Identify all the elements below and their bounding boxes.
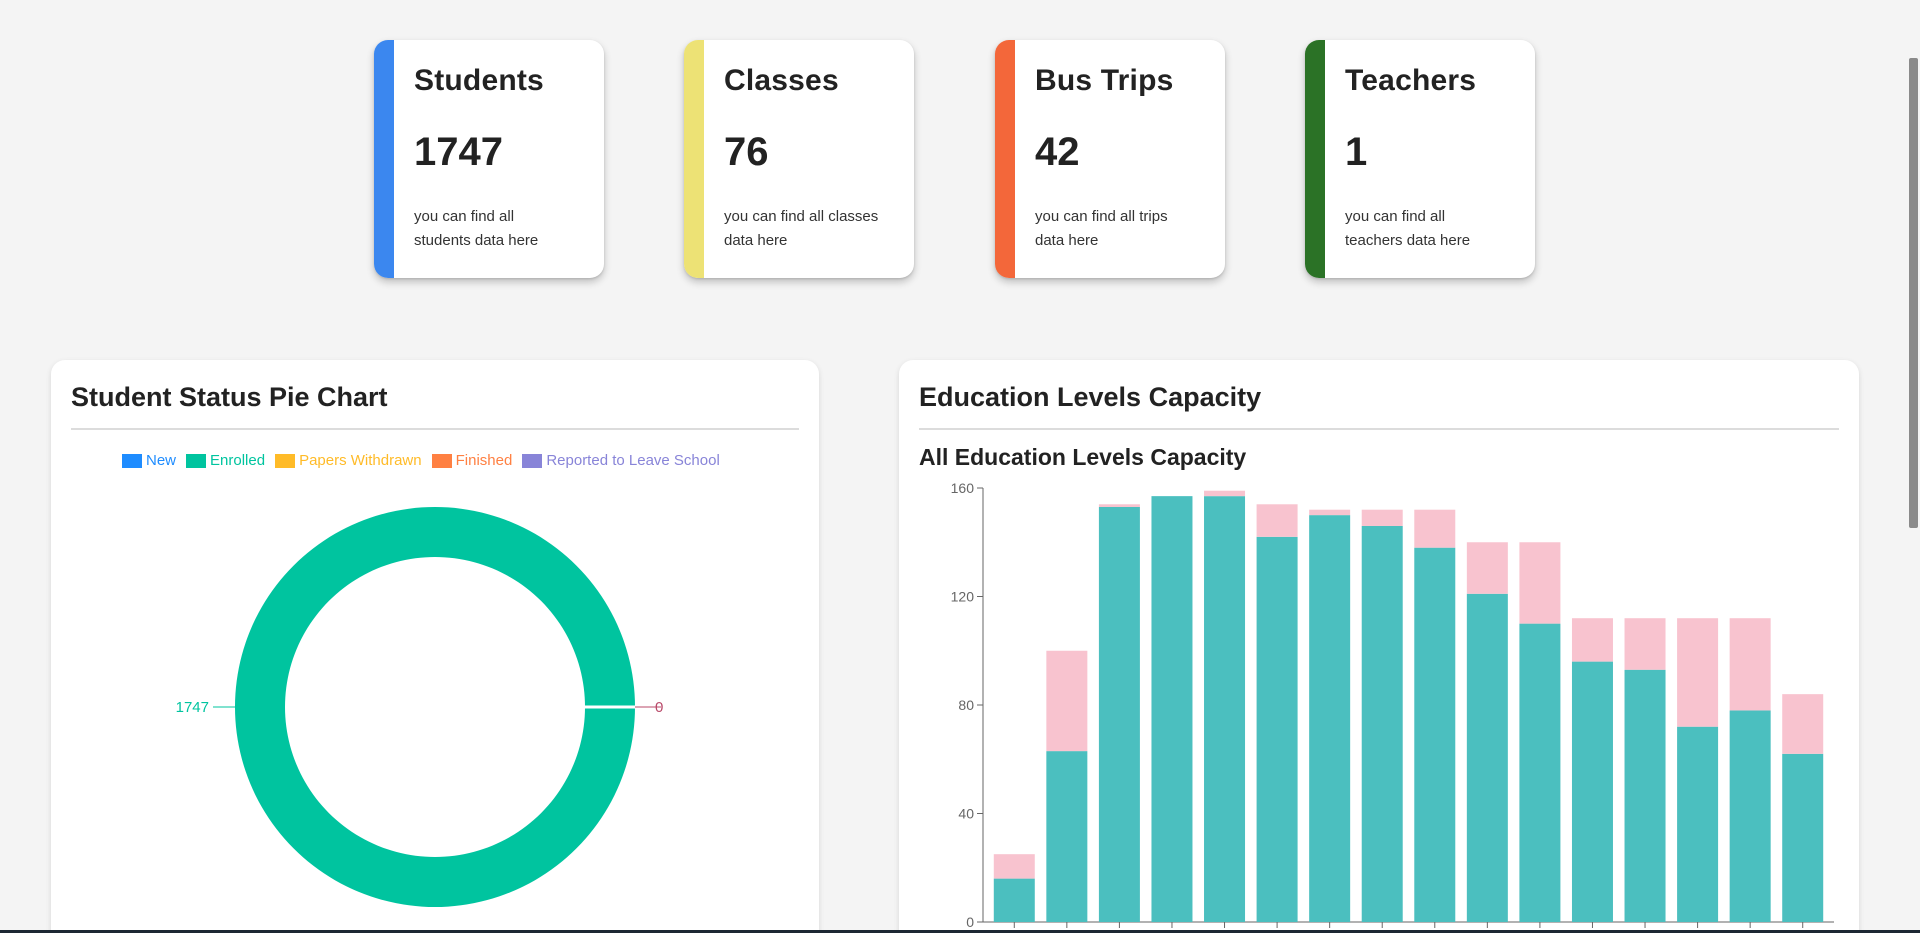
card-value: 1747 (414, 130, 503, 174)
legend-label: Finished (455, 452, 513, 469)
legend-label: Reported to Leave School (546, 452, 720, 469)
legend-swatch (275, 453, 296, 468)
bar-segment-remaining (1677, 618, 1719, 727)
card-description: you can find all students data here (414, 208, 539, 249)
legend-item-papers-withdrawn[interactable]: Papers Withdrawn (275, 452, 422, 469)
bar-segment-remaining (1309, 509, 1351, 516)
bar-segment-enrolled (1782, 753, 1824, 922)
legend-label: Papers Withdrawn (299, 452, 422, 469)
panel-title: Education Levels Capacity (919, 382, 1262, 412)
pie-legend: New Enrolled Papers Withdrawn Finished R… (122, 452, 730, 469)
card-title: Students (414, 64, 544, 97)
card-title: Classes (724, 64, 839, 97)
legend-swatch (122, 453, 142, 468)
card-description: you can find all teachers data here (1345, 208, 1471, 249)
card-accent-bar (995, 40, 1015, 278)
bar-segment-remaining (1256, 504, 1298, 537)
bar-segment-remaining (1466, 542, 1508, 594)
bar-segment-remaining (1729, 618, 1771, 711)
bar-segment-enrolled (1414, 547, 1456, 922)
chart-subtitle: All Education Levels Capacity (919, 444, 1247, 470)
card-title: Bus Trips (1035, 64, 1174, 97)
pie-label-zero: 0 (655, 699, 663, 716)
card-description: you can find all trips data here (1035, 208, 1168, 249)
bar-segment-remaining (1414, 509, 1456, 548)
legend-swatch (522, 453, 543, 468)
card-title: Teachers (1345, 64, 1477, 97)
bar-segment-enrolled (1729, 710, 1771, 922)
divider (919, 428, 1839, 430)
legend-label: New (146, 452, 177, 469)
bar-segment-enrolled (993, 878, 1035, 922)
card-accent-bar (684, 40, 704, 278)
bar-segment-remaining (993, 854, 1035, 879)
bar-segment-enrolled (1361, 525, 1403, 922)
scrollbar-thumb[interactable] (1909, 58, 1918, 528)
bar-segment-remaining (1519, 542, 1561, 624)
student-status-donut-chart: 1747 0 (176, 507, 663, 907)
bar-segment-remaining (1046, 650, 1088, 752)
bus-trips-card[interactable]: Bus Trips 42 you can find all trips data… (995, 40, 1225, 278)
card-value: 1 (1345, 130, 1368, 174)
teachers-card[interactable]: Teachers 1 you can find all teachers dat… (1305, 40, 1535, 278)
bar-segment-enrolled (1677, 726, 1719, 922)
card-value: 42 (1035, 130, 1080, 174)
bar-segment-remaining (1782, 694, 1824, 754)
classes-card[interactable]: Classes 76 you can find all classes data… (684, 40, 914, 278)
bar-segment-enrolled (1204, 496, 1246, 922)
bar-segment-enrolled (1519, 623, 1561, 922)
legend-item-finished[interactable]: Finished (431, 452, 513, 469)
legend-swatch (186, 453, 207, 468)
legend-item-new[interactable]: New (122, 452, 176, 469)
page-scrollbar[interactable] (1908, 0, 1920, 933)
bar-segment-enrolled (1098, 506, 1140, 922)
bar-segment-remaining (1098, 504, 1140, 507)
y-tick-label: 40 (958, 806, 974, 822)
bar-segment-remaining (1571, 618, 1613, 662)
card-description: you can find all classes data here (724, 208, 879, 249)
bar-segment-enrolled (1466, 593, 1508, 922)
dashboard-page: Students 1747 you can find all students … (0, 0, 1920, 933)
card-accent-bar (1305, 40, 1325, 278)
education-capacity-bar-chart: 0 40 80 120 160 (951, 480, 1834, 930)
legend-swatch (431, 453, 452, 468)
y-tick-label: 0 (966, 914, 974, 930)
y-tick-label: 160 (951, 480, 975, 496)
card-accent-bar (374, 40, 394, 278)
bar-segment-enrolled (1256, 536, 1298, 922)
bar-segment-enrolled (1571, 661, 1613, 922)
bar-segment-enrolled (1151, 496, 1193, 922)
legend-item-reported-to-leave-school[interactable]: Reported to Leave School (522, 452, 720, 469)
divider (71, 428, 799, 430)
students-card[interactable]: Students 1747 you can find all students … (374, 40, 604, 278)
y-tick-label: 120 (951, 589, 975, 605)
bar-segment-enrolled (1309, 515, 1351, 922)
bar-segment-remaining (1204, 490, 1246, 497)
y-tick-label: 80 (958, 697, 974, 713)
pie-label-enrolled: 1747 (176, 699, 209, 716)
legend-item-enrolled[interactable]: Enrolled (186, 452, 265, 469)
bar-segment-enrolled (1624, 669, 1666, 922)
bar-segment-enrolled (1046, 751, 1088, 922)
card-value: 76 (724, 130, 769, 174)
panel-title: Student Status Pie Chart (71, 382, 388, 412)
legend-label: Enrolled (210, 452, 266, 469)
pie-slice (234, 507, 635, 907)
bar-segment-remaining (1624, 618, 1666, 670)
bar-segment-remaining (1361, 509, 1403, 526)
